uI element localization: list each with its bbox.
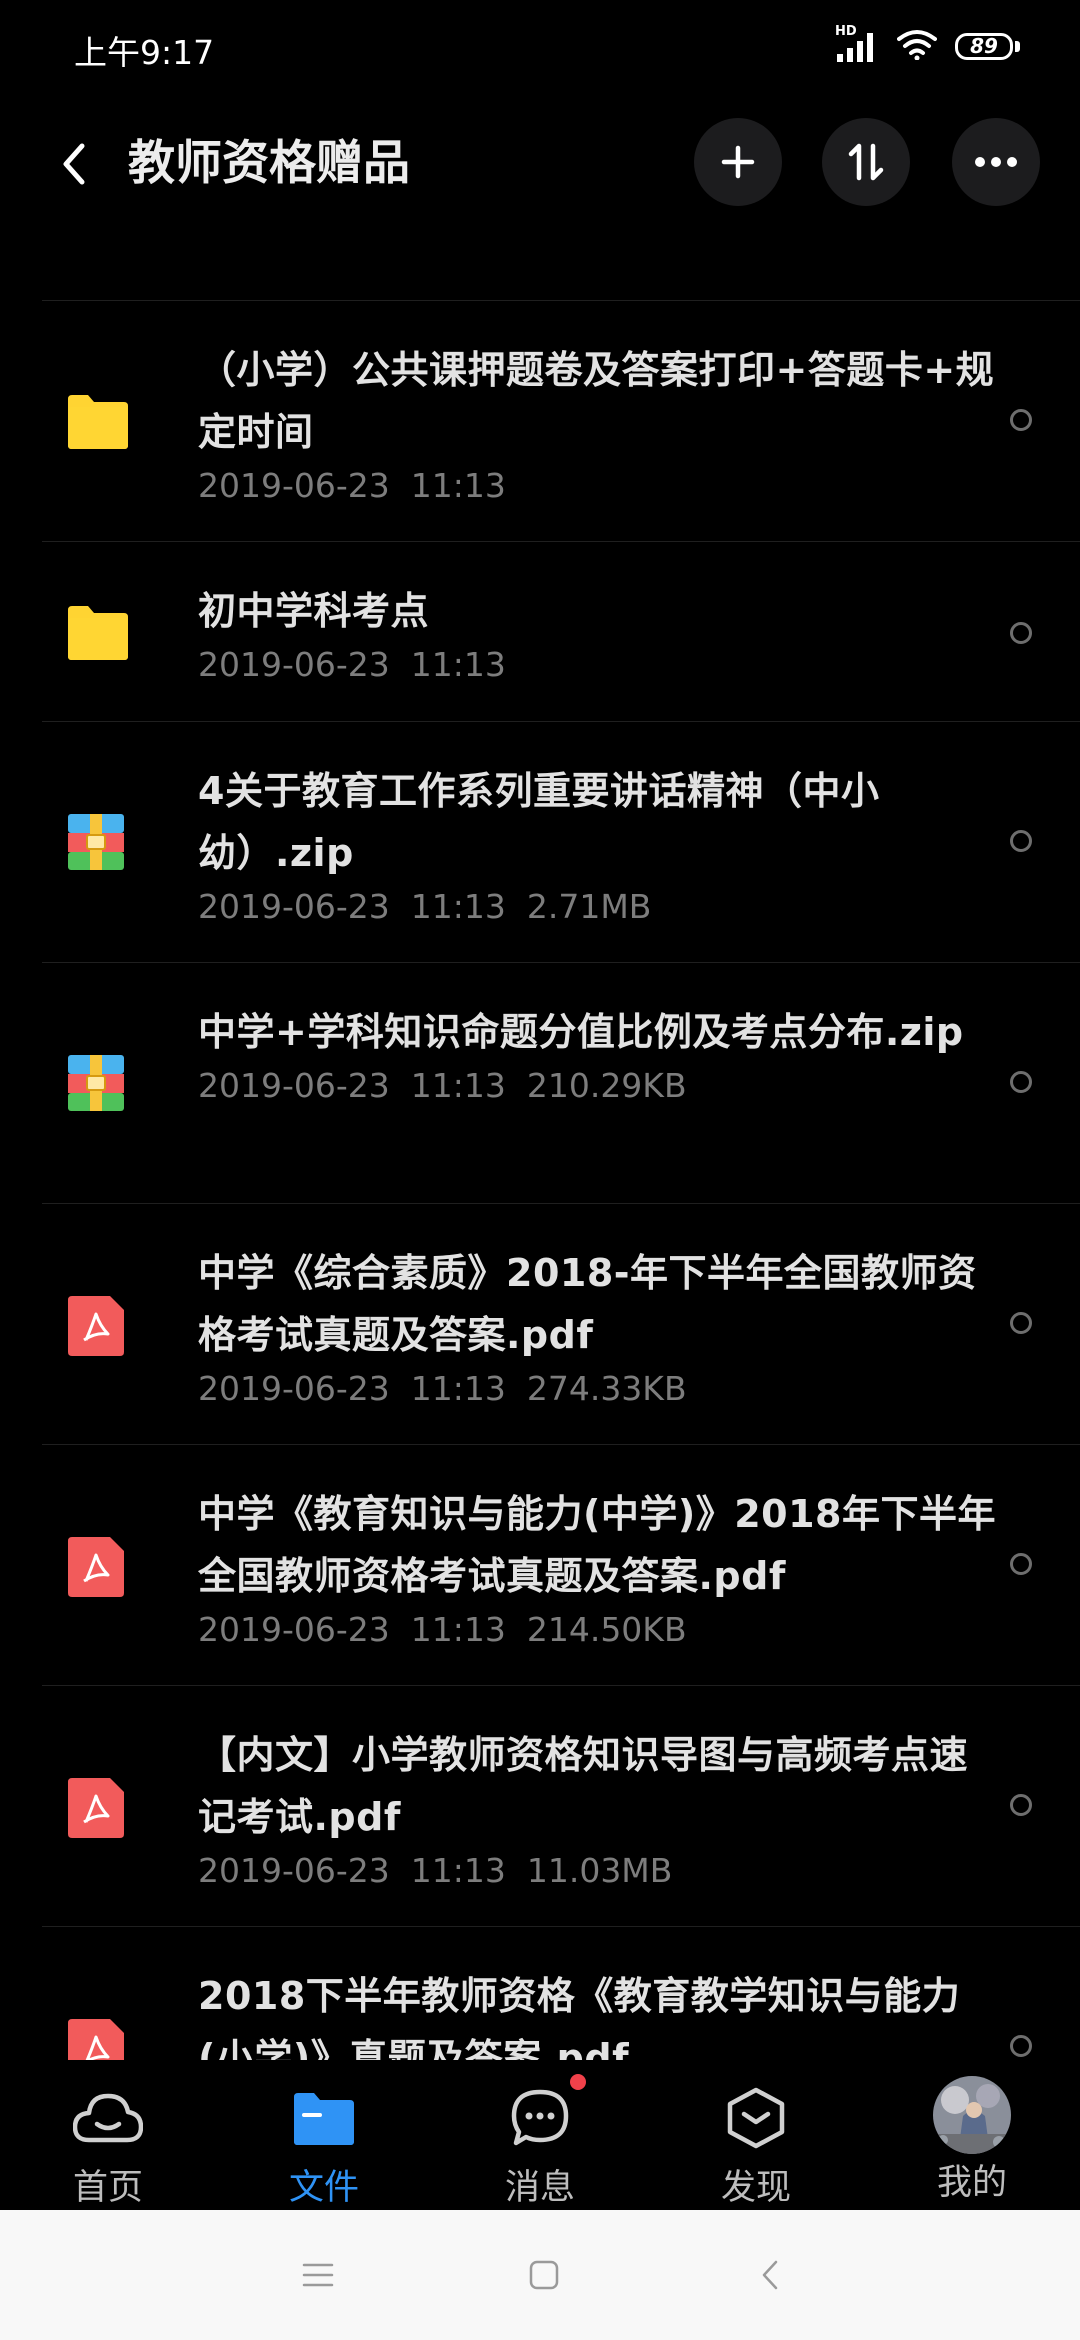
tab-label: 文件 bbox=[288, 2168, 359, 2208]
list-item[interactable]: 中学《综合素质》2018-年下半年全国教师资格考试真题及答案.pdf 2019-… bbox=[42, 1203, 1080, 1444]
folder-icon bbox=[68, 604, 128, 660]
zip-archive-icon bbox=[68, 1055, 128, 1111]
zip-archive-icon bbox=[68, 814, 128, 870]
list-item[interactable]: 初中学科考点 2019-06-23 11:13 bbox=[42, 541, 1080, 721]
avatar bbox=[933, 2076, 1011, 2154]
folder-icon bbox=[288, 2082, 360, 2153]
file-name: （小学）公共课押题卷及答案打印+答题卡+规定时间 bbox=[198, 348, 995, 454]
folder-icon bbox=[68, 393, 128, 449]
file-name: 中学+学科知识命题分值比例及考点分布.zip bbox=[198, 1010, 964, 1054]
battery-icon: 89 bbox=[955, 32, 1020, 60]
page-title: 教师资格赠品 bbox=[128, 136, 410, 191]
home-button[interactable] bbox=[514, 2245, 574, 2305]
battery-level: 89 bbox=[955, 32, 1013, 60]
file-name: 初中学科考点 bbox=[198, 589, 430, 633]
list-item[interactable]: 2018下半年教师资格《教育教学知识与能力(小学)》真题及答案.pdf bbox=[42, 1926, 1080, 2060]
select-radio[interactable] bbox=[1010, 1312, 1032, 1334]
file-name: 【内文】小学教师资格知识导图与高频考点速记考试.pdf bbox=[198, 1733, 969, 1839]
tab-files[interactable]: 文件 bbox=[216, 2060, 432, 2210]
select-radio[interactable] bbox=[1010, 1794, 1032, 1816]
chat-icon bbox=[504, 2082, 576, 2153]
status-time: 上午9:17 bbox=[74, 33, 215, 72]
tab-messages[interactable]: 消息 bbox=[432, 2060, 648, 2210]
select-radio[interactable] bbox=[1010, 409, 1032, 431]
select-radio[interactable] bbox=[1010, 622, 1032, 644]
tab-mine[interactable]: 我的 bbox=[864, 2060, 1080, 2210]
status-bar: 上午9:17 HD 89 bbox=[0, 0, 1080, 100]
system-nav-bar bbox=[0, 2210, 1080, 2340]
notification-dot bbox=[570, 2074, 586, 2090]
plus-icon bbox=[721, 145, 755, 179]
more-icon bbox=[975, 157, 1017, 167]
select-radio[interactable] bbox=[1010, 830, 1032, 852]
file-name: 中学《综合素质》2018-年下半年全国教师资格考试真题及答案.pdf bbox=[198, 1251, 977, 1357]
status-icons: HD 89 bbox=[835, 24, 1020, 64]
list-item[interactable]: 【内文】小学教师资格知识导图与高频考点速记考试.pdf 2019-06-23 1… bbox=[42, 1685, 1080, 1926]
tab-label: 首页 bbox=[72, 2168, 143, 2208]
tab-discover[interactable]: 发现 bbox=[648, 2060, 864, 2210]
add-button[interactable] bbox=[694, 118, 782, 206]
list-item[interactable]: 中学《教育知识与能力(中学)》2018年下半年全国教师资格考试真题及答案.pdf… bbox=[42, 1444, 1080, 1685]
sort-icon bbox=[848, 143, 884, 181]
cloud-icon bbox=[72, 2082, 144, 2153]
system-back-button[interactable] bbox=[740, 2245, 800, 2305]
file-list: （小学）公共课押题卷及答案打印+答题卡+规定时间 2019-06-23 11:1… bbox=[42, 300, 1080, 2060]
more-button[interactable] bbox=[952, 118, 1040, 206]
back-arrow-icon bbox=[63, 143, 85, 185]
back-button[interactable] bbox=[44, 134, 104, 194]
list-item[interactable]: （小学）公共课押题卷及答案打印+答题卡+规定时间 2019-06-23 11:1… bbox=[42, 300, 1080, 541]
file-meta: 2019-06-23 11:13 274.33KB bbox=[198, 1369, 687, 1408]
file-meta: 2019-06-23 11:13 11.03MB bbox=[198, 1851, 673, 1890]
select-radio[interactable] bbox=[1010, 2035, 1032, 2057]
file-name: 4关于教育工作系列重要讲话精神（中小幼）.zip bbox=[198, 769, 880, 875]
sort-button[interactable] bbox=[822, 118, 910, 206]
bottom-tab-bar: 首页 文件 消息 发现 我的 bbox=[0, 2060, 1080, 2210]
file-meta: 2019-06-23 11:13 214.50KB bbox=[198, 1610, 687, 1649]
menu-icon bbox=[302, 2263, 334, 2287]
tab-home[interactable]: 首页 bbox=[0, 2060, 216, 2210]
pdf-file-icon bbox=[68, 1296, 128, 1356]
select-radio[interactable] bbox=[1010, 1553, 1032, 1575]
discover-icon bbox=[720, 2082, 792, 2153]
file-name: 2018下半年教师资格《教育教学知识与能力(小学)》真题及答案.pdf bbox=[198, 1974, 961, 2060]
file-name: 中学《教育知识与能力(中学)》2018年下半年全国教师资格考试真题及答案.pdf bbox=[198, 1492, 996, 1598]
signal-icon: HD bbox=[835, 24, 879, 62]
file-meta: 2019-06-23 11:13 bbox=[198, 466, 506, 505]
pdf-file-icon bbox=[68, 1778, 128, 1838]
list-item[interactable]: 4关于教育工作系列重要讲话精神（中小幼）.zip 2019-06-23 11:1… bbox=[42, 721, 1080, 962]
tab-label: 发现 bbox=[720, 2168, 791, 2208]
wifi-icon bbox=[897, 28, 937, 64]
file-meta: 2019-06-23 11:13 bbox=[198, 645, 506, 684]
back-chevron-icon bbox=[762, 2260, 778, 2290]
recent-apps-button[interactable] bbox=[288, 2245, 348, 2305]
pdf-file-icon bbox=[68, 2019, 128, 2060]
list-item[interactable]: 中学+学科知识命题分值比例及考点分布.zip 2019-06-23 11:13 … bbox=[42, 962, 1080, 1203]
header: 教师资格赠品 bbox=[0, 110, 1080, 220]
pdf-file-icon bbox=[68, 1537, 128, 1597]
tab-label: 消息 bbox=[504, 2168, 575, 2208]
tab-label: 我的 bbox=[936, 2163, 1007, 2203]
file-meta: 2019-06-23 11:13 210.29KB bbox=[198, 1066, 687, 1105]
file-meta: 2019-06-23 11:13 2.71MB bbox=[198, 887, 652, 926]
square-icon bbox=[529, 2260, 559, 2290]
select-radio[interactable] bbox=[1010, 1071, 1032, 1093]
